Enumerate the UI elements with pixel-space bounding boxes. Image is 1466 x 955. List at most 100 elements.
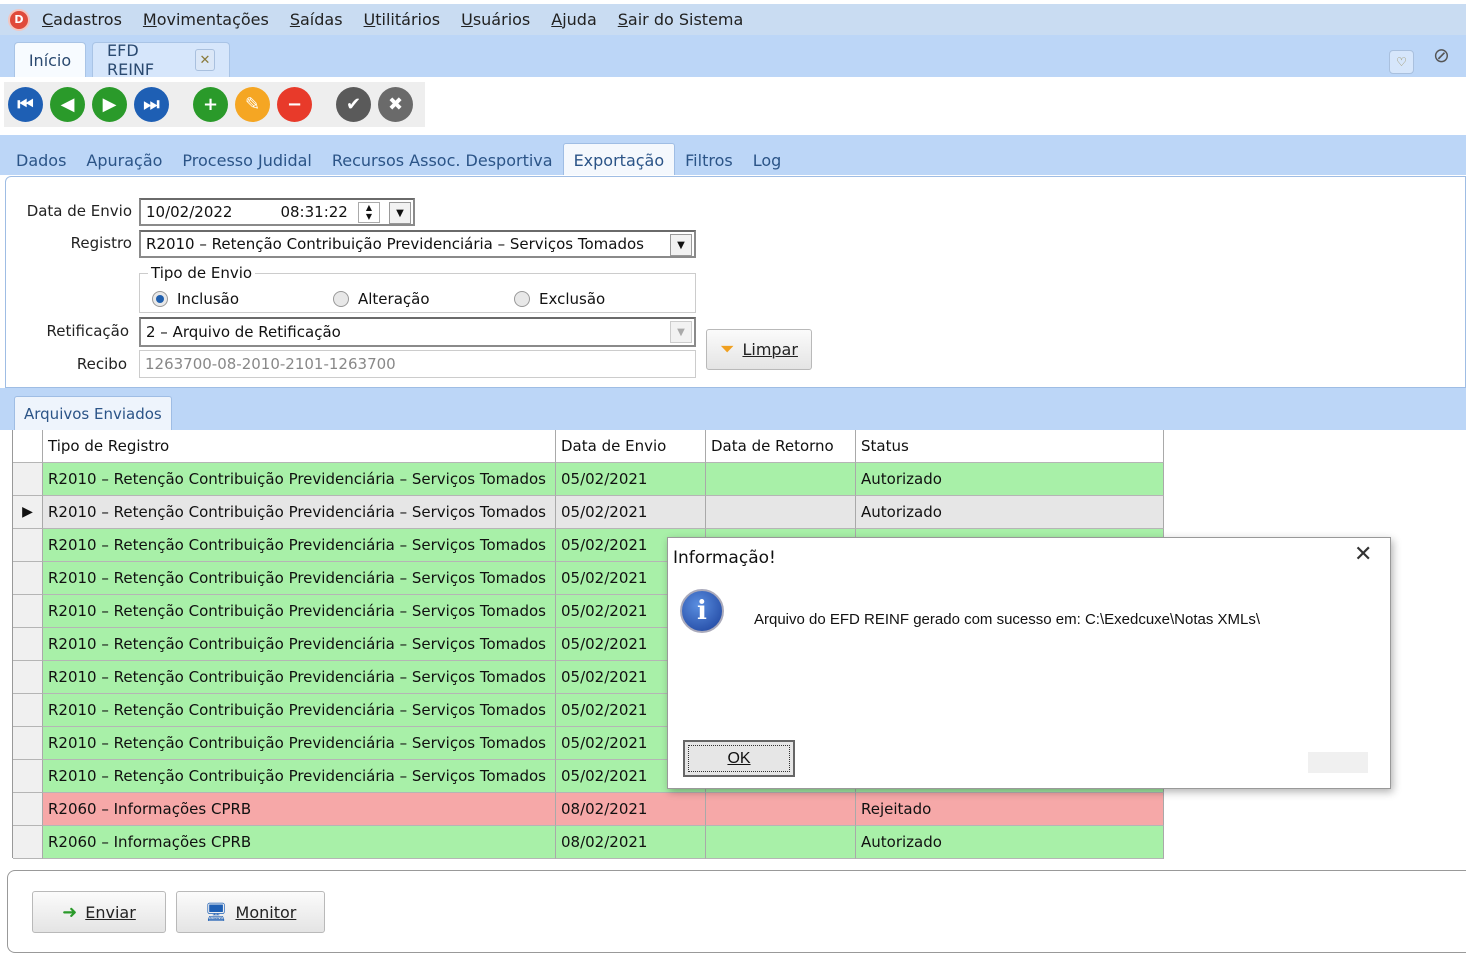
radio-circle [152,291,168,307]
first-record-icon[interactable]: ⏮ [8,87,43,122]
last-record-icon[interactable]: ⏭ [134,87,169,122]
row-indicator[interactable] [13,760,43,793]
cell-tipo: R2010 – Retenção Contribuição Previdenci… [43,529,556,562]
recibo-field[interactable]: 1263700-08-2010-2101-1263700 [139,350,696,378]
menu-sair[interactable]: Sair do Sistema [618,10,744,29]
row-indicator[interactable] [13,694,43,727]
row-indicator[interactable] [13,826,43,859]
recibo-label: Recibo [76,355,127,373]
tab-processo-judicial[interactable]: Processo Judidal [172,143,321,175]
radio-inclusao[interactable]: Inclusão [152,290,239,308]
row-indicator[interactable] [13,727,43,760]
radio-circle [514,291,530,307]
delete-icon[interactable]: − [277,87,312,122]
column-header-data-retorno[interactable]: Data de Retorno [706,430,856,463]
menu-bar: D Cadastros Movimentações Saídas Utilitá… [0,4,1466,35]
current-row-arrow-icon: ▶ [22,504,33,520]
dialog-title: Informação! [673,548,776,568]
table-row[interactable]: R2060 – Informações CPRB 08/02/2021 Autori… [13,826,1164,859]
tab-efd-reinf[interactable]: EFD REINF ✕ [92,41,230,79]
radio-circle [333,291,349,307]
document-tabs: Início EFD REINF ✕ ♡ ⊘ [0,35,1466,79]
data-envio-field[interactable]: 10/02/2022 08:31:22 ▲ ▼ ▼ [139,198,415,226]
section-tabs: Dados Apuração Processo Judidal Recursos… [0,135,1466,175]
row-indicator[interactable] [13,595,43,628]
chevron-down-icon[interactable]: ▼ [670,321,692,343]
row-indicator[interactable] [13,562,43,595]
date-value: 10/02/2022 [146,203,233,221]
menu-ajuda[interactable]: Ajuda [551,10,597,29]
limpar-button[interactable]: ⏷ Limpar [706,329,812,370]
ok-button[interactable]: OK [683,740,795,777]
cell-tipo: R2010 – Retenção Contribuição Previdenci… [43,496,556,529]
row-indicator[interactable] [13,661,43,694]
tab-log[interactable]: Log [743,143,792,175]
time-spinner[interactable]: ▲ ▼ [358,202,380,223]
cell-status: Autorizado [856,496,1164,529]
monitor-upload-icon: 🖥 [204,901,228,923]
enviar-button[interactable]: ➜ Enviar [32,891,166,933]
cell-tipo: R2010 – Retenção Contribuição Previdenci… [43,694,556,727]
cell-tipo: R2010 – Retenção Contribuição Previdenci… [43,661,556,694]
chevron-down-icon[interactable]: ▼ [389,202,411,224]
confirm-check-icon[interactable]: ✔ [336,87,371,122]
dialog-message: Arquivo do EFD REINF gerado com sucesso … [754,611,1261,628]
registro-select[interactable]: R2010 – Retenção Contribuição Previdenci… [139,230,696,258]
row-indicator[interactable] [13,628,43,661]
chevron-down-icon[interactable]: ▼ [670,234,692,256]
cell-tipo: R2010 – Retenção Contribuição Previdenci… [43,595,556,628]
edit-pencil-icon[interactable]: ✎ [235,87,270,122]
add-icon[interactable]: + [193,87,228,122]
tab-inicio[interactable]: Início [14,42,86,77]
menu-movimentacoes[interactable]: Movimentações [143,10,269,29]
unpin-icon[interactable]: ⊘ [1433,43,1450,67]
dialog-placeholder [1308,752,1368,773]
cell-tipo: R2010 – Retenção Contribuição Previdenci… [43,463,556,496]
cell-envio: 08/02/2021 [556,793,706,826]
tipo-envio-label: Tipo de Envio [148,264,256,282]
tab-label: Início [28,50,72,70]
menu-saidas[interactable]: Saídas [290,10,343,29]
cell-tipo: R2010 – Retenção Contribuição Previdenci… [43,562,556,595]
previous-record-icon[interactable]: ◀ [50,87,85,122]
cell-envio: 08/02/2021 [556,826,706,859]
tab-filtros[interactable]: Filtros [675,143,743,175]
cell-tipo: R2010 – Retenção Contribuição Previdenci… [43,760,556,793]
tab-label: EFD REINF [107,41,155,79]
tab-dados[interactable]: Dados [6,143,76,175]
tab-arquivos-enviados[interactable]: Arquivos Enviados [14,396,172,430]
next-record-icon[interactable]: ▶ [92,87,127,122]
monitor-label: Monitor [235,902,297,922]
close-icon[interactable]: ✕ [1354,542,1372,567]
column-header-data-envio[interactable]: Data de Envio [556,430,706,463]
retificacao-select[interactable]: 2 – Arquivo de Retificação ▼ [139,317,696,347]
row-indicator[interactable]: ▶ [13,496,43,529]
tab-apuracao[interactable]: Apuração [76,143,172,175]
menu-usuarios[interactable]: Usuários [461,10,530,29]
table-row[interactable]: R2060 – Informações CPRB 08/02/2021 Rejeit… [13,793,1164,826]
tab-exportacao[interactable]: Exportação [562,143,676,175]
radio-exclusao[interactable]: Exclusão [514,290,605,308]
menu-utilitarios[interactable]: Utilitários [364,10,441,29]
time-value: 08:31:22 [280,203,348,221]
clear-filter-icon: ⏷ [720,339,735,360]
menu-cadastros[interactable]: Cadastros [42,10,122,29]
column-header-status[interactable]: Status [856,430,1164,463]
row-indicator[interactable] [13,463,43,496]
cell-retorno [706,496,856,529]
indicator-header [13,430,43,463]
cancel-x-icon[interactable]: ✖ [378,87,413,122]
monitor-button[interactable]: 🖥 Monitor [176,891,325,933]
table-row[interactable]: R2010 – Retenção Contribuição Previdenci… [13,463,1164,496]
chevron-down-icon[interactable]: ♡ [1389,50,1414,74]
tipo-envio-group: Tipo de Envio Inclusão Alteração Exclusã… [139,264,696,313]
row-indicator[interactable] [13,529,43,562]
action-panel: ➜ Enviar 🖥 Monitor [7,870,1466,953]
table-row[interactable]: ▶ R2010 – Retenção Contribuição Previdenc… [13,496,1164,529]
radio-alteracao[interactable]: Alteração [333,290,430,308]
arrow-right-icon: ➜ [62,901,78,923]
column-header-tipo[interactable]: Tipo de Registro [43,430,556,463]
close-tab-icon[interactable]: ✕ [194,49,215,71]
row-indicator[interactable] [13,793,43,826]
tab-recursos-assoc[interactable]: Recursos Assoc. Desportiva [322,143,563,175]
